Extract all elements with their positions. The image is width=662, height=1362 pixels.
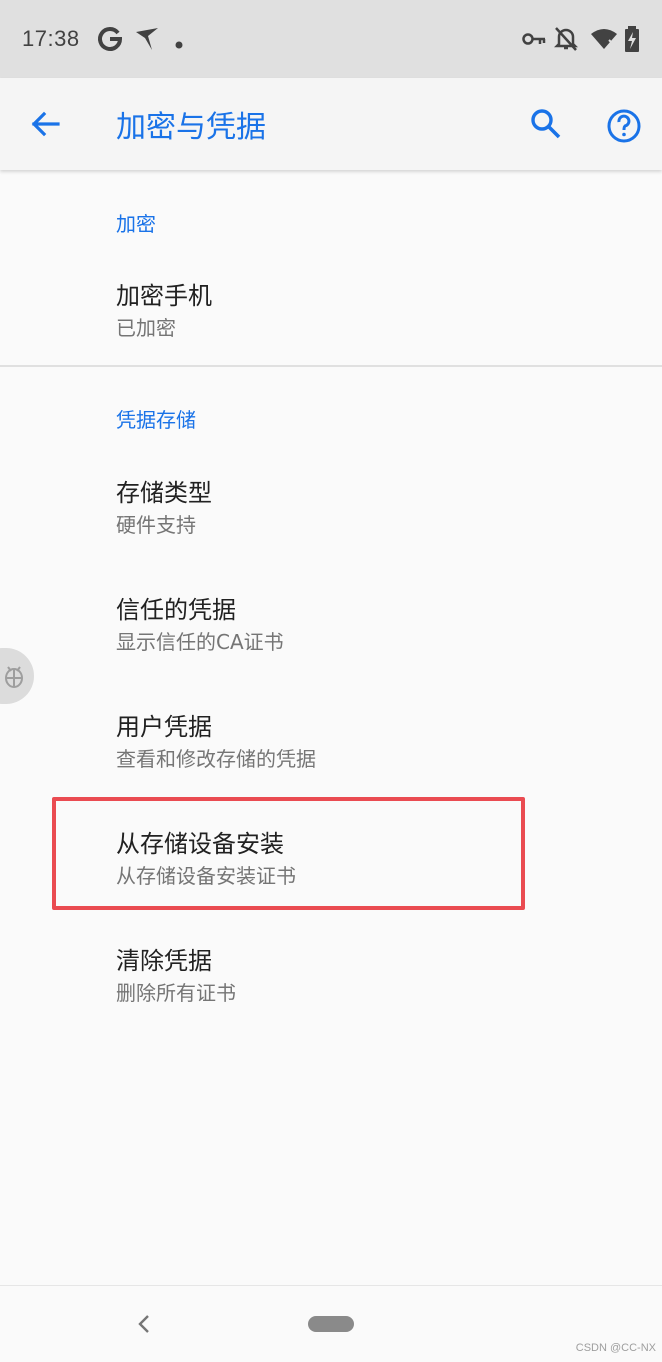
app-bar: 加密与凭据 (0, 78, 662, 170)
section-header-encryption: 加密 (116, 212, 156, 236)
pref-storage-type[interactable]: 存储类型 硬件支持 (0, 473, 662, 537)
pref-encrypt-phone[interactable]: 加密手机 已加密 (0, 276, 662, 340)
battery-charging-icon (624, 26, 640, 56)
pref-summary: 已加密 (116, 316, 176, 340)
pref-title: 用户凭据 (116, 713, 212, 741)
page-title: 加密与凭据 (116, 110, 266, 145)
dot-icon (175, 34, 183, 53)
nav-back-icon[interactable] (134, 1312, 154, 1336)
nav-home-pill[interactable] (308, 1316, 354, 1332)
help-icon[interactable] (602, 104, 646, 148)
pref-summary: 删除所有证书 (116, 981, 236, 1005)
settings-list: 加密 加密手机 已加密 凭据存储 存储类型 硬件支持 信任的凭据 显示信任的CA… (0, 170, 662, 1285)
wifi-icon (590, 28, 618, 54)
pref-title: 清除凭据 (116, 947, 212, 975)
watermark: CSDN @CC-NX (575, 1342, 656, 1354)
pref-user-credentials[interactable]: 用户凭据 查看和修改存储的凭据 (0, 707, 662, 771)
status-time: 17:38 (22, 26, 80, 51)
google-g-icon (96, 24, 124, 58)
bug-icon (5, 666, 23, 688)
bird-icon (134, 24, 160, 56)
divider (0, 365, 662, 367)
pref-title: 存储类型 (116, 479, 212, 507)
vpn-key-icon (522, 30, 546, 52)
pref-title: 加密手机 (116, 282, 212, 310)
system-navigation-bar: CSDN @CC-NX (0, 1285, 662, 1362)
pref-summary: 硬件支持 (116, 513, 196, 537)
pref-clear-credentials[interactable]: 清除凭据 删除所有证书 (0, 941, 662, 1005)
status-bar: 17:38 (0, 0, 662, 78)
search-icon[interactable] (526, 104, 566, 144)
section-header-credential-storage: 凭据存储 (116, 408, 196, 432)
pref-summary: 查看和修改存储的凭据 (116, 747, 316, 771)
notifications-off-icon (553, 26, 579, 56)
pref-title: 信任的凭据 (116, 596, 236, 624)
highlight-annotation-box (52, 797, 525, 910)
back-arrow-icon[interactable] (26, 106, 66, 142)
pref-trusted-credentials[interactable]: 信任的凭据 显示信任的CA证书 (0, 590, 662, 654)
pref-summary: 显示信任的CA证书 (116, 630, 284, 654)
